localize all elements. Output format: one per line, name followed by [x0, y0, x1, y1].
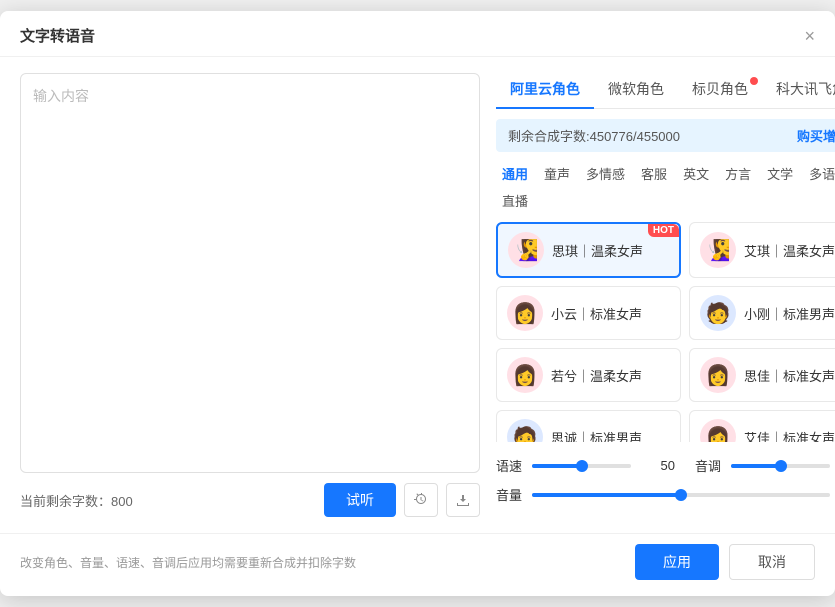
cancel-button[interactable]: 取消	[729, 544, 815, 580]
voice-tabs: 阿里云角色 微软角色 标贝角色 科大讯飞角色	[496, 73, 835, 109]
voice-card-4[interactable]: 👩 若兮｜温柔女声	[496, 348, 681, 402]
dialog: 文字转语音 × 当前剩余字数：800 试听	[0, 11, 835, 596]
sliders-section: 语速 50 音调 50 音量	[496, 456, 835, 504]
speed-track[interactable]	[532, 464, 631, 468]
left-actions: 试听	[324, 483, 480, 517]
dialog-footer: 改变角色、音量、语速、音调后应用均需要重新合成并扣除字数 应用 取消	[0, 533, 835, 596]
pitch-label: 音调	[695, 456, 723, 475]
cat-child[interactable]: 童声	[538, 162, 576, 185]
left-bottom: 当前剩余字数：800 试听	[20, 483, 480, 517]
text-area-wrapper	[20, 73, 480, 473]
voice-name-4: 若兮｜温柔女声	[551, 366, 642, 385]
speed-pitch-row: 语速 50 音调 50	[496, 456, 835, 475]
left-panel: 当前剩余字数：800 试听	[20, 73, 480, 517]
footer-actions: 应用 取消	[635, 544, 815, 580]
close-button[interactable]: ×	[804, 27, 815, 45]
footer-hint: 改变角色、音量、语速、音调后应用均需要重新合成并扣除字数	[20, 554, 356, 571]
right-panel: 阿里云角色 微软角色 标贝角色 科大讯飞角色 剩余合成字数:450776/455…	[496, 73, 835, 517]
voice-avatar-2: 👩	[507, 295, 543, 331]
cat-english[interactable]: 英文	[677, 162, 715, 185]
volume-thumb[interactable]	[675, 489, 687, 501]
preview-button[interactable]: 试听	[324, 483, 396, 517]
pitch-track[interactable]	[731, 464, 830, 468]
voice-avatar-4: 👩	[507, 357, 543, 393]
voice-name-2: 小云｜标准女声	[551, 304, 642, 323]
voice-avatar-3: 🧑	[700, 295, 736, 331]
voice-name-6: 思诚｜标准男声	[551, 428, 642, 443]
volume-row: 音量 50	[496, 485, 835, 504]
voice-avatar-7: 👩	[700, 419, 736, 442]
hot-badge-0: HOT	[648, 224, 679, 237]
tab-alibaba[interactable]: 阿里云角色	[496, 73, 594, 109]
dialog-title: 文字转语音	[20, 25, 95, 46]
speed-value: 50	[639, 458, 675, 473]
voice-name-1: 艾琪｜温柔女声	[744, 241, 835, 260]
cat-service[interactable]: 客服	[635, 162, 673, 185]
dialog-header: 文字转语音 ×	[0, 11, 835, 57]
cat-general[interactable]: 通用	[496, 162, 534, 185]
remaining-chars: 当前剩余字数：800	[20, 491, 133, 510]
tab-microsoft[interactable]: 微软角色	[594, 73, 678, 109]
cat-literature[interactable]: 文学	[761, 162, 799, 185]
pitch-fill	[731, 464, 781, 468]
voice-avatar-5: 👩	[700, 357, 736, 393]
category-row: 通用 童声 多情感 客服 英文 方言 文学 多语种 直播	[496, 162, 835, 212]
pitch-thumb[interactable]	[775, 460, 787, 472]
download-button[interactable]	[446, 483, 480, 517]
voice-card-0[interactable]: 🧏‍♀️ 思琪｜温柔女声 HOT	[496, 222, 681, 278]
cat-live[interactable]: 直播	[496, 189, 534, 212]
apply-button[interactable]: 应用	[635, 544, 719, 580]
voice-name-7: 艾佳｜标准女声	[744, 428, 835, 443]
volume-track[interactable]	[532, 493, 830, 497]
tab-biobei[interactable]: 标贝角色	[678, 73, 762, 109]
volume-fill	[532, 493, 681, 497]
voice-avatar-6: 🧑	[507, 419, 543, 442]
voice-name-0: 思琪｜温柔女声	[552, 241, 643, 260]
voice-name-5: 思佳｜标准女声	[744, 366, 835, 385]
cat-dialect[interactable]: 方言	[719, 162, 757, 185]
voice-card-7[interactable]: 👩 艾佳｜标准女声	[689, 410, 835, 442]
cat-emotion[interactable]: 多情感	[580, 162, 631, 185]
voice-card-3[interactable]: 🧑 小刚｜标准男声	[689, 286, 835, 340]
voice-avatar-1: 🧏‍♀️	[700, 232, 736, 268]
volume-label: 音量	[496, 485, 524, 504]
voice-card-2[interactable]: 👩 小云｜标准女声	[496, 286, 681, 340]
voice-avatar-0: 🧏‍♀️	[508, 232, 544, 268]
voice-grid: 🧏‍♀️ 思琪｜温柔女声 HOT 🧏‍♀️ 艾琪｜温柔女声 HOT 👩 小云｜标…	[496, 222, 835, 442]
history-icon	[413, 492, 429, 508]
voice-card-6[interactable]: 🧑 思诚｜标准男声	[496, 410, 681, 442]
voice-card-5[interactable]: 👩 思佳｜标准女声	[689, 348, 835, 402]
quota-text: 剩余合成字数:450776/455000	[508, 126, 680, 145]
buy-link[interactable]: 购买增值包	[797, 126, 835, 145]
voice-card-1[interactable]: 🧏‍♀️ 艾琪｜温柔女声 HOT	[689, 222, 835, 278]
voice-name-3: 小刚｜标准男声	[744, 304, 835, 323]
tab-badge	[750, 77, 758, 85]
speed-thumb[interactable]	[576, 460, 588, 472]
download-icon	[455, 492, 471, 508]
quota-bar: 剩余合成字数:450776/455000 购买增值包	[496, 119, 835, 152]
speed-label: 语速	[496, 456, 524, 475]
tab-xunfei[interactable]: 科大讯飞角色	[762, 73, 835, 109]
history-button[interactable]	[404, 483, 438, 517]
cat-multilang[interactable]: 多语种	[803, 162, 835, 185]
speed-fill	[532, 464, 582, 468]
text-input[interactable]	[33, 86, 467, 460]
dialog-body: 当前剩余字数：800 试听	[0, 57, 835, 533]
